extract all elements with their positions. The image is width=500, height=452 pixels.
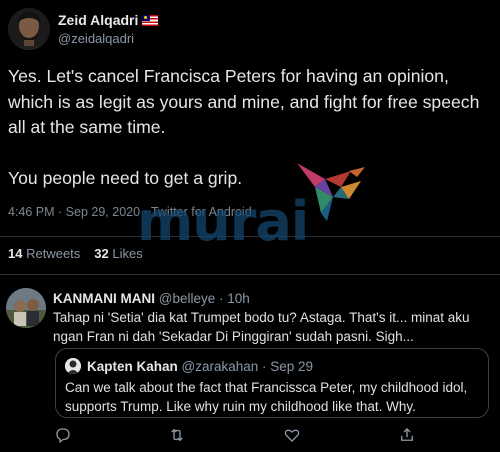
likes-stat[interactable]: 32 Likes: [94, 246, 142, 261]
retweet-icon: [171, 428, 183, 442]
reply-author-name[interactable]: KANMANI MANI: [53, 291, 155, 306]
reply-separator: ·: [215, 291, 228, 306]
quote-date: Sep 29: [270, 359, 314, 374]
retweets-count: 14: [8, 246, 23, 261]
reply-avatar[interactable]: [6, 288, 46, 328]
author-handle[interactable]: @zeidalqadri: [58, 31, 134, 46]
meta-separator: ·: [54, 205, 66, 219]
quote-author-handle: @zarakahan: [181, 359, 259, 374]
tweet-meta: 4:46 PM · Sep 29, 2020 · Twitter for And…: [8, 205, 252, 219]
reply-author-handle[interactable]: @belleye: [159, 291, 216, 306]
tweet-thread-page: Zeid Alqadri @zeidalqadri Yes. Let's can…: [0, 0, 500, 452]
reply-text: Tahap ni 'Setia' dia kat Trumpet bodo tu…: [53, 310, 470, 344]
comment-icon: [56, 428, 70, 444]
author-name[interactable]: Zeid Alqadri: [58, 12, 159, 28]
likes-label: Likes: [112, 246, 143, 261]
quote-avatar: [65, 358, 81, 374]
tweet-date[interactable]: Sep 29, 2020: [66, 205, 140, 219]
main-tweet: Zeid Alqadri @zeidalqadri Yes. Let's can…: [0, 0, 500, 276]
divider: [0, 274, 500, 275]
tweet-time[interactable]: 4:46 PM: [8, 205, 55, 219]
tweet-text: Yes. Let's cancel Francisca Peters for h…: [8, 66, 480, 188]
meta-separator: ·: [140, 205, 151, 219]
retweets-label: Retweets: [26, 246, 81, 261]
reply-time[interactable]: 10h: [227, 291, 250, 306]
likes-count: 32: [94, 246, 109, 261]
like-action-button[interactable]: [283, 426, 303, 446]
quote-separator: ·: [258, 359, 271, 374]
reply-action-button[interactable]: [54, 426, 74, 446]
share-icon: [401, 428, 413, 441]
author-name-text: Zeid Alqadri: [58, 12, 139, 28]
tweet-source[interactable]: Twitter for Android: [151, 205, 252, 219]
share-action-button[interactable]: [398, 426, 418, 446]
quote-text: Can we talk about the fact that Franciss…: [65, 380, 468, 414]
quote-author-name: Kapten Kahan: [87, 359, 178, 374]
quote-header: Kapten Kahan @zarakahan · Sep 29: [87, 359, 313, 374]
tweet-stats: 14 Retweets 32 Likes: [8, 246, 143, 261]
avatar[interactable]: [8, 8, 50, 50]
quoted-tweet-card[interactable]: Kapten Kahan @zarakahan · Sep 29 Can we …: [55, 348, 489, 418]
heart-icon: [284, 429, 300, 442]
retweet-action-button[interactable]: [168, 426, 188, 446]
reply-header: KANMANI MANI @belleye · 10h: [53, 291, 250, 306]
retweets-stat[interactable]: 14 Retweets: [8, 246, 80, 261]
malaysia-flag-icon: [142, 15, 159, 26]
divider: [0, 236, 500, 237]
